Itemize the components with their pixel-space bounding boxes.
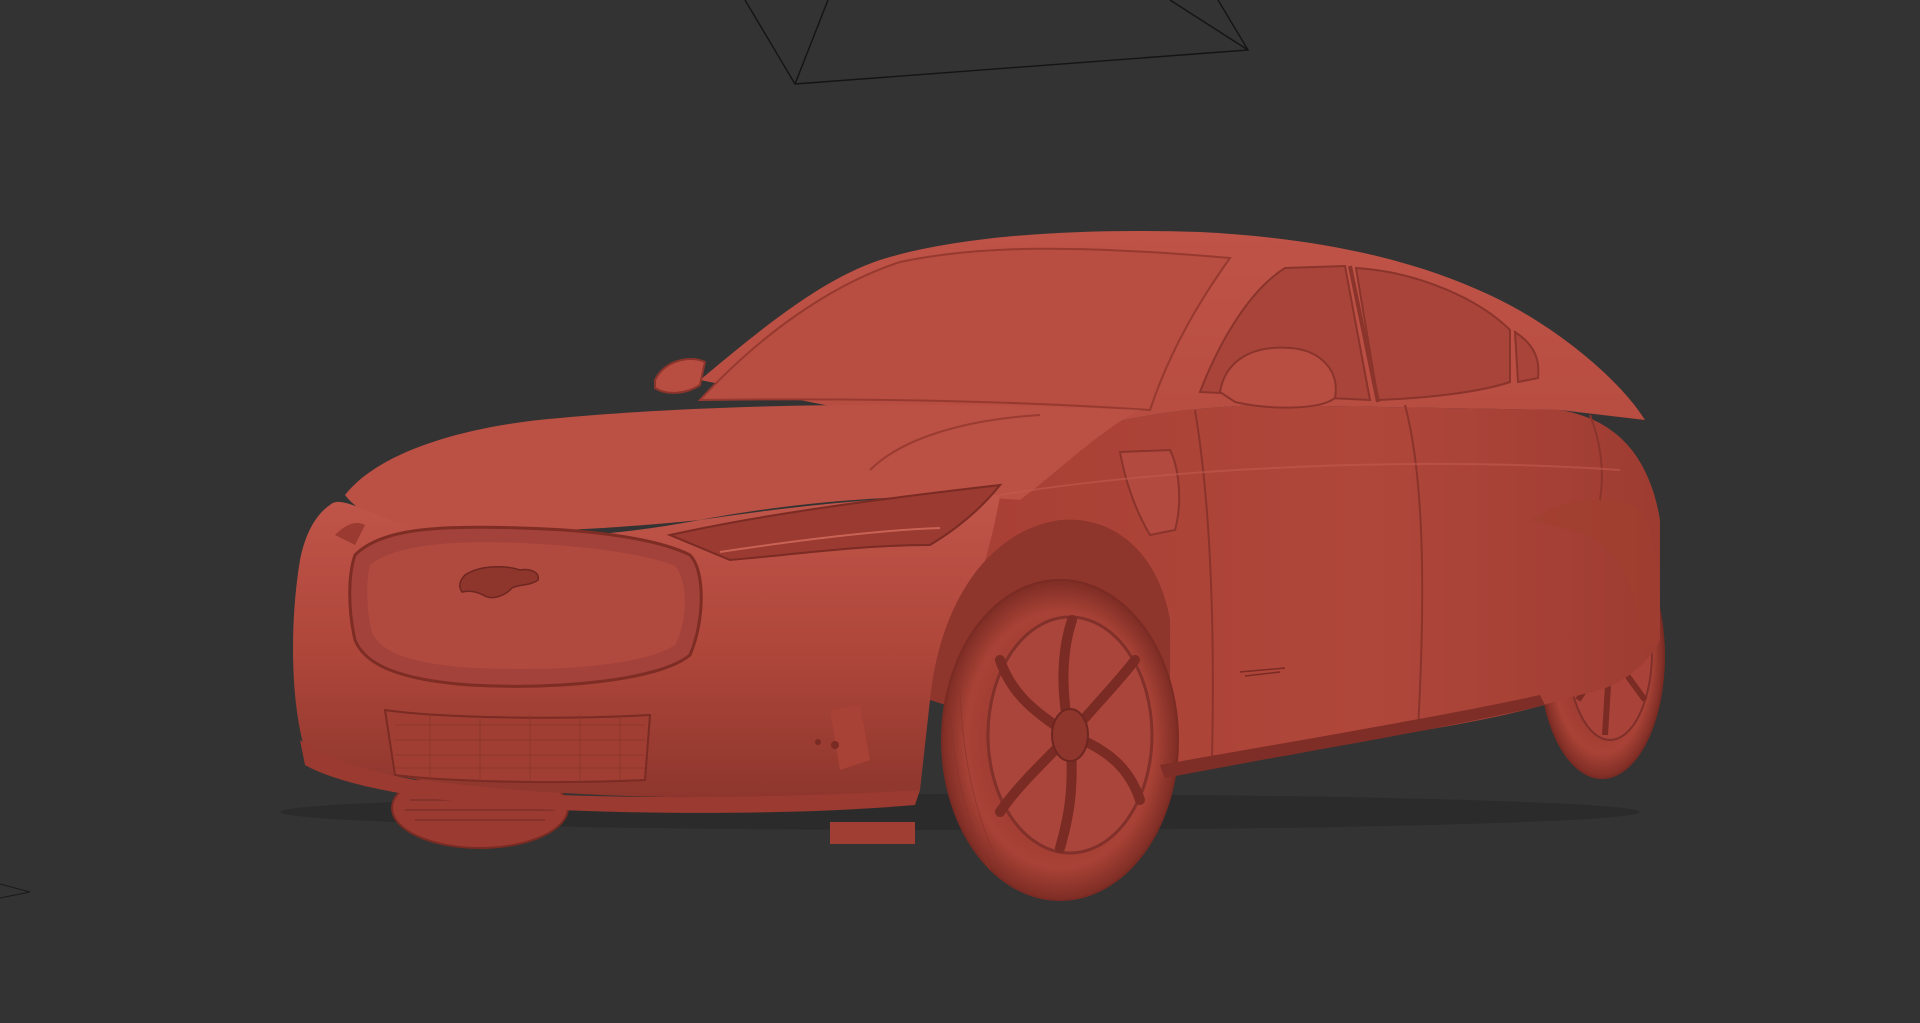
- lower-intake: [383, 708, 652, 784]
- light-gizmo[interactable]: [0, 883, 31, 899]
- viewport-canvas[interactable]: [0, 0, 1920, 1023]
- tow-hook-cover: [830, 822, 915, 844]
- camera-gizmo[interactable]: [744, 0, 1250, 85]
- side-window-rear: [1354, 266, 1511, 402]
- grille: [367, 542, 685, 670]
- car-model[interactable]: [280, 230, 1665, 901]
- left-mirror: [654, 358, 707, 394]
- 3d-viewport[interactable]: [0, 0, 1920, 1023]
- windshield: [697, 247, 1232, 412]
- front-right-wheel: [941, 579, 1179, 901]
